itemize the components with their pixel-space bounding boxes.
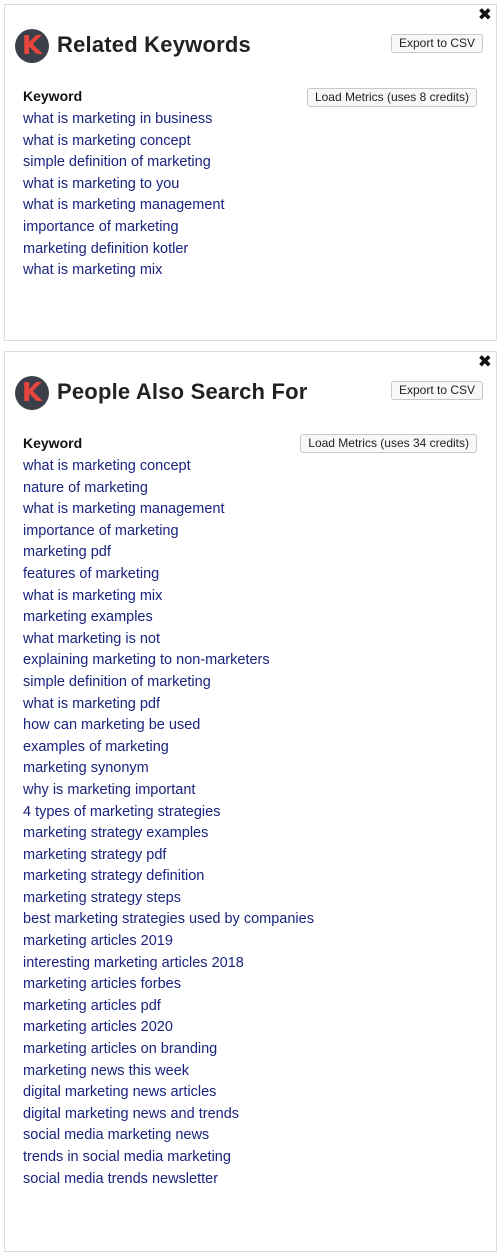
keyword-item[interactable]: digital marketing news and trends xyxy=(23,1104,314,1126)
keyword-item[interactable]: marketing strategy definition xyxy=(23,866,314,888)
keyword-item[interactable]: marketing strategy examples xyxy=(23,823,314,845)
keyword-list: what is marketing concept nature of marke… xyxy=(23,456,314,1190)
keyword-item[interactable]: what marketing is not xyxy=(23,629,314,651)
keyword-item[interactable]: marketing news this week xyxy=(23,1061,314,1083)
panel-title: Related Keywords xyxy=(57,32,251,57)
keyword-item[interactable]: marketing strategy pdf xyxy=(23,845,314,867)
keyword-item[interactable]: trends in social media marketing xyxy=(23,1147,314,1169)
logo-letter: K xyxy=(21,378,43,408)
keyword-item[interactable]: importance of marketing xyxy=(23,217,225,239)
keyword-item[interactable]: marketing articles on branding xyxy=(23,1039,314,1061)
keyword-item[interactable]: marketing strategy steps xyxy=(23,888,314,910)
keyword-item[interactable]: social media trends newsletter xyxy=(23,1169,314,1191)
keyword-item[interactable]: importance of marketing xyxy=(23,521,314,543)
keyword-item[interactable]: what is marketing mix xyxy=(23,586,314,608)
keyword-item[interactable]: digital marketing news articles xyxy=(23,1082,314,1104)
keyword-item[interactable]: marketing examples xyxy=(23,607,314,629)
keyword-column-header: Keyword xyxy=(23,435,83,451)
keyword-item[interactable]: best marketing strategies used by compan… xyxy=(23,909,314,931)
panel-title: People Also Search For xyxy=(57,379,308,404)
keyword-item[interactable]: what is marketing in business xyxy=(23,109,225,131)
keyword-item[interactable]: social media marketing news xyxy=(23,1125,314,1147)
keyword-item[interactable]: why is marketing important xyxy=(23,780,314,802)
export-csv-button[interactable]: Export to CSV xyxy=(390,34,483,53)
keyword-list: what is marketing in business what is mar… xyxy=(23,109,225,282)
keyword-item[interactable]: how can marketing be used xyxy=(23,715,314,737)
keyword-item[interactable]: what is marketing pdf xyxy=(23,694,314,716)
people-also-search-panel: ✖ K People Also Search For Export to CSV… xyxy=(4,351,497,1252)
keyword-item[interactable]: marketing definition kotler xyxy=(23,239,225,261)
keyword-item[interactable]: what is marketing mix xyxy=(23,260,225,282)
keywords-logo-icon: K xyxy=(15,29,49,63)
keyword-item[interactable]: what is marketing management xyxy=(23,499,314,521)
keyword-item[interactable]: 4 types of marketing strategies xyxy=(23,802,314,824)
related-keywords-panel: ✖ K Related Keywords Export to CSV Keywo… xyxy=(4,4,497,341)
keyword-item[interactable]: marketing articles forbes xyxy=(23,974,314,996)
close-icon[interactable]: ✖ xyxy=(478,352,492,372)
keyword-item[interactable]: what is marketing concept xyxy=(23,131,225,153)
keyword-item[interactable]: nature of marketing xyxy=(23,478,314,500)
keyword-item[interactable]: what is marketing to you xyxy=(23,174,225,196)
keyword-item[interactable]: marketing articles 2019 xyxy=(23,931,314,953)
export-csv-button[interactable]: Export to CSV xyxy=(390,381,483,400)
keyword-column-header: Keyword xyxy=(23,88,83,104)
keyword-item[interactable]: marketing articles 2020 xyxy=(23,1017,314,1039)
keyword-item[interactable]: features of marketing xyxy=(23,564,314,586)
keyword-item[interactable]: interesting marketing articles 2018 xyxy=(23,953,314,975)
keyword-item[interactable]: what is marketing concept xyxy=(23,456,314,478)
keyword-item[interactable]: marketing articles pdf xyxy=(23,996,314,1018)
load-metrics-button[interactable]: Load Metrics (uses 34 credits) xyxy=(300,434,477,453)
keyword-item[interactable]: examples of marketing xyxy=(23,737,314,759)
keyword-item[interactable]: marketing pdf xyxy=(23,542,314,564)
keyword-item[interactable]: explaining marketing to non-marketers xyxy=(23,650,314,672)
keyword-item[interactable]: simple definition of marketing xyxy=(23,672,314,694)
keyword-item[interactable]: marketing synonym xyxy=(23,758,314,780)
logo-letter: K xyxy=(21,31,43,61)
load-metrics-button[interactable]: Load Metrics (uses 8 credits) xyxy=(306,88,477,107)
keyword-item[interactable]: what is marketing management xyxy=(23,195,225,217)
close-icon[interactable]: ✖ xyxy=(478,5,492,25)
keywords-logo-icon: K xyxy=(15,376,49,410)
keyword-item[interactable]: simple definition of marketing xyxy=(23,152,225,174)
